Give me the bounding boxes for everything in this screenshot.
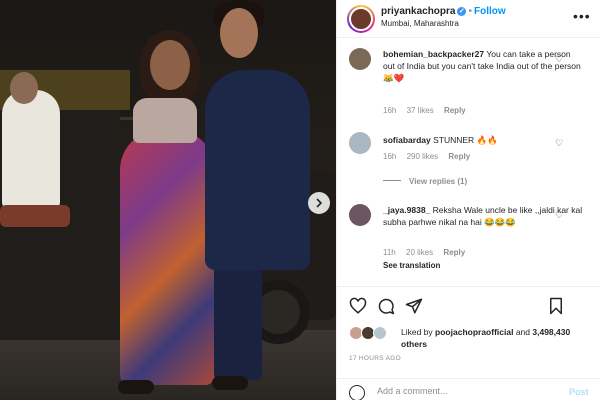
- commenter-avatar[interactable]: [349, 132, 371, 154]
- comment-like-icon[interactable]: ♡: [555, 210, 563, 221]
- add-comment-bar: Post: [337, 378, 600, 400]
- woman-head: [150, 40, 190, 90]
- liked-by-text: Liked by poojachopraofficial and 3,498,4…: [401, 327, 571, 349]
- comment-meta: 16h 37 likes Reply: [383, 106, 474, 115]
- post-photo[interactable]: [0, 0, 336, 400]
- commenter-username[interactable]: _jaya.9838_: [383, 205, 430, 215]
- reply-button[interactable]: Reply: [448, 152, 470, 161]
- comment-time: 11h: [383, 248, 396, 257]
- woman-dress: [120, 130, 215, 385]
- see-translation-link[interactable]: See translation: [383, 261, 440, 270]
- commenter-avatar[interactable]: [349, 48, 371, 70]
- man-head: [220, 8, 258, 58]
- liked-by-row: Liked by poojachopraofficial and 3,498,4…: [349, 322, 599, 352]
- post-location[interactable]: Mumbai, Maharashtra: [381, 19, 459, 28]
- woman-top: [133, 98, 197, 143]
- comment-item: _jaya.9838_ Reksha Wale uncle be like ,,…: [337, 200, 600, 278]
- comment-item: sofiabarday STUNNER 🔥🔥 16h 290 likes Rep…: [337, 130, 600, 192]
- post-comment-button[interactable]: Post: [569, 387, 589, 397]
- chevron-right-icon: [316, 198, 323, 208]
- comment-text: STUNNER 🔥🔥: [433, 135, 498, 145]
- comment-icon[interactable]: [377, 297, 395, 315]
- post-details-panel: priyankachopra ✓ • Follow Mumbai, Maharasht…: [336, 0, 600, 400]
- separator-dot: •: [468, 6, 472, 17]
- commenter-avatar[interactable]: [349, 204, 371, 226]
- comment-likes[interactable]: 290 likes: [407, 152, 439, 161]
- comment-time: 16h: [383, 106, 397, 115]
- author-username[interactable]: priyankachopra: [381, 6, 455, 17]
- emoji-icon[interactable]: [349, 385, 365, 400]
- reply-button[interactable]: Reply: [444, 106, 466, 115]
- post-timestamp[interactable]: 17 HOURS AGO: [349, 355, 401, 362]
- post-header: priyankachopra ✓ • Follow Mumbai, Maharasht…: [337, 0, 600, 38]
- liker-username[interactable]: poojachopraofficial: [435, 327, 513, 337]
- comment-meta: 16h 290 likes Reply: [383, 152, 478, 161]
- reply-button[interactable]: Reply: [443, 248, 465, 257]
- shoe: [118, 380, 154, 394]
- comment-input[interactable]: [377, 383, 537, 399]
- commenter-username[interactable]: bohemian_backpacker27: [383, 49, 484, 59]
- commenter-username[interactable]: sofiabarday: [383, 135, 431, 145]
- more-options-icon[interactable]: •••: [573, 8, 591, 24]
- rickshaw-seat: [0, 205, 70, 227]
- comment-item: bohemian_backpacker27 You can take a per…: [337, 46, 600, 126]
- comment-like-icon[interactable]: ♡: [555, 138, 563, 149]
- comment-meta: 11h 20 likes Reply: [383, 248, 473, 257]
- heart-icon[interactable]: [349, 297, 367, 315]
- comment-like-icon[interactable]: ♡: [555, 54, 563, 65]
- comment-time: 16h: [383, 152, 397, 161]
- share-icon[interactable]: [405, 297, 423, 315]
- driver-head: [10, 72, 38, 104]
- man-suit: [205, 70, 310, 270]
- post-action-bar: [337, 286, 600, 326]
- author-avatar[interactable]: [347, 5, 375, 33]
- verified-badge-icon: ✓: [457, 7, 467, 16]
- follow-button[interactable]: Follow: [474, 6, 506, 17]
- replies-divider: [383, 180, 401, 181]
- next-image-button[interactable]: [308, 192, 330, 214]
- view-replies-button[interactable]: View replies (1): [383, 177, 467, 186]
- liker-avatar[interactable]: [373, 326, 387, 340]
- comment-likes[interactable]: 37 likes: [407, 106, 434, 115]
- bookmark-icon[interactable]: [547, 297, 565, 315]
- shoe: [212, 376, 248, 390]
- driver-figure: [2, 90, 60, 210]
- comment-likes[interactable]: 20 likes: [406, 248, 433, 257]
